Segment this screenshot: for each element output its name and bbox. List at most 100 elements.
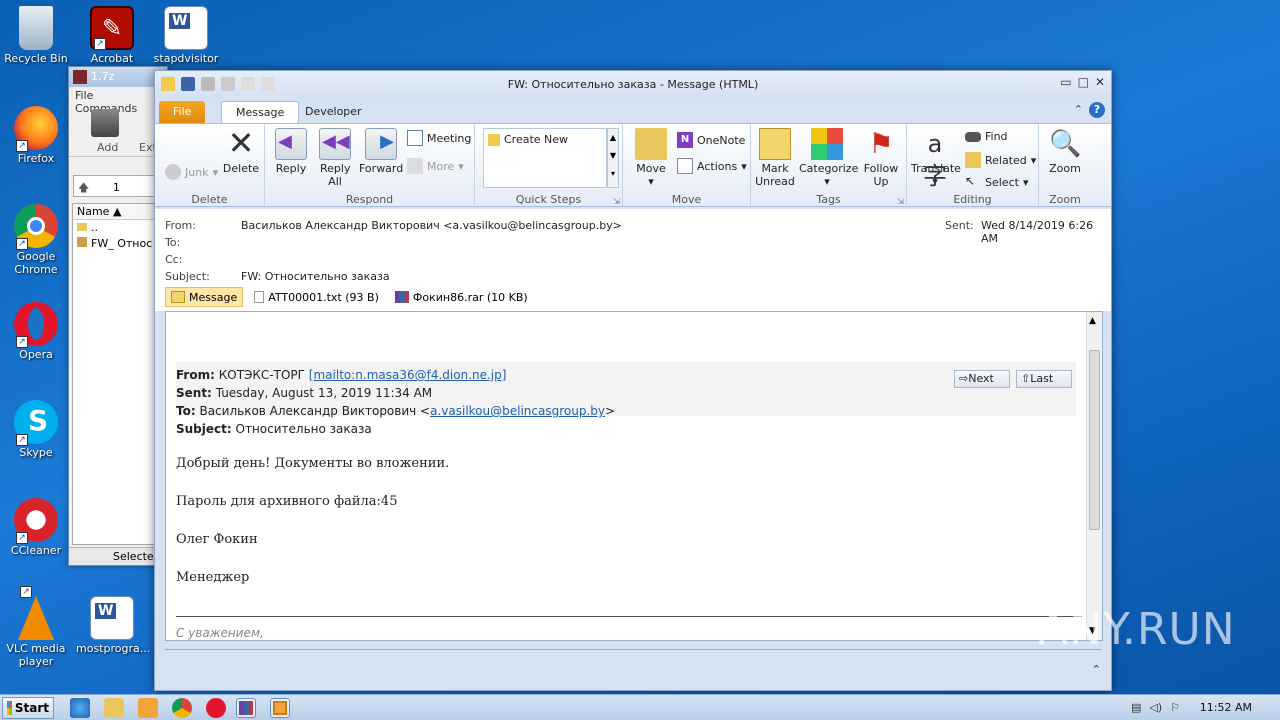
body-scrollbar[interactable]: ▲ ▼ xyxy=(1086,312,1102,640)
desktop-icon-firefox[interactable]: ↗ Firefox xyxy=(0,106,72,165)
message-body[interactable]: From: КОТЭКС-ТОРГ [mailto:n.masa36@f4.di… xyxy=(165,311,1103,641)
desktop-icon-recycle-bin[interactable]: Recycle Bin xyxy=(0,6,72,65)
move-button[interactable]: Move ▾ xyxy=(631,128,671,188)
archive-window[interactable]: 1.7z File Commands Add Ext 🡅 1 Name ▲ ..… xyxy=(68,66,168,566)
categorize-button[interactable]: Categorize ▾ xyxy=(799,128,858,188)
taskbar-clock[interactable]: 11:52 AM xyxy=(1200,701,1252,714)
chrome-icon[interactable] xyxy=(172,698,192,718)
volume-icon[interactable]: ◁) xyxy=(1149,701,1162,714)
scroll-up-icon[interactable]: ▲ xyxy=(1089,316,1096,326)
list-item[interactable]: FW_ Относ xyxy=(73,236,166,252)
tab-message[interactable]: Message xyxy=(221,101,300,123)
outlook-taskbar-icon[interactable] xyxy=(270,698,290,718)
fwd-from-link[interactable]: [mailto:n.masa36@f4.dion.ne.jp] xyxy=(309,368,507,382)
translate-button[interactable]: a字 Translate ▾ xyxy=(911,128,961,190)
find-button[interactable]: Find xyxy=(965,130,1008,143)
zoom-button[interactable]: 🔍 Zoom xyxy=(1045,128,1085,175)
group-label: Zoom xyxy=(1049,193,1081,206)
tab-file[interactable]: File xyxy=(159,101,206,123)
from-value[interactable]: Васильков Александр Викторович <a.vasilk… xyxy=(241,219,622,232)
magnifier-icon: 🔍 xyxy=(1049,129,1082,159)
winrar-taskbar-icon[interactable] xyxy=(236,698,256,718)
meeting-button[interactable]: Meeting xyxy=(407,130,471,146)
reply-button[interactable]: ◀ Reply xyxy=(271,128,311,175)
list-item-label: .. xyxy=(91,221,98,234)
action-center-flag-icon[interactable]: ⚐ xyxy=(1170,701,1180,714)
actions-button[interactable]: Actions ▾ xyxy=(677,158,747,174)
expand-up-icon[interactable]: ⌃ xyxy=(1092,663,1101,676)
explorer-folder-icon[interactable] xyxy=(104,698,124,718)
minimize-icon[interactable]: ▭ xyxy=(1060,75,1071,89)
categorize-icon xyxy=(811,128,843,160)
desktop-icon-vlc[interactable]: ↗ VLC media player xyxy=(0,586,72,668)
network-icon[interactable]: ▤ xyxy=(1131,701,1141,714)
help-icon[interactable]: ? xyxy=(1089,102,1105,118)
dialog-launcher-icon[interactable]: ⇲ xyxy=(897,197,904,206)
archive-menu-file[interactable]: File xyxy=(75,89,93,102)
junk-button[interactable]: Junk ▾ xyxy=(165,164,218,180)
scroll-thumb[interactable] xyxy=(1089,350,1100,530)
desktop-icon-label: Opera xyxy=(19,348,53,361)
archive-list-header[interactable]: Name ▲ xyxy=(73,204,166,220)
archive-file-list[interactable]: Name ▲ .. FW_ Относ xyxy=(72,203,167,545)
last-button[interactable]: ⇧Last xyxy=(1016,370,1072,388)
archive-add-button[interactable]: Add xyxy=(97,141,118,154)
actions-label: Actions xyxy=(697,159,738,173)
forward-icon: ▶ xyxy=(365,128,397,160)
desktop-icon-mostprogra[interactable]: W mostprogra... xyxy=(76,596,151,655)
desktop-icon-stapdvisitor[interactable]: W stapdvisitor xyxy=(150,6,222,65)
actions-icon xyxy=(677,158,693,174)
reply-all-button[interactable]: ◀◀ Reply All xyxy=(315,128,355,188)
desktop-icon-skype[interactable]: S ↗ Skype xyxy=(0,400,72,459)
minimize-ribbon-icon[interactable]: ⌃ xyxy=(1074,103,1083,116)
last-arrow-icon: ⇧ xyxy=(1021,372,1031,385)
dialog-launcher-icon[interactable]: ⇲ xyxy=(613,197,620,206)
attachment-message[interactable]: Message xyxy=(165,287,244,307)
attachment-rar[interactable]: Фокин86.rar (10 KB) xyxy=(390,287,533,307)
media-player-icon[interactable] xyxy=(138,698,158,718)
follow-up-button[interactable]: ⚑ Follow Up xyxy=(859,128,903,189)
outlook-titlebar[interactable]: FW: Относительно заказа - Message (HTML)… xyxy=(155,71,1111,99)
forward-button[interactable]: ▶ Forward xyxy=(359,128,403,175)
ie-icon[interactable] xyxy=(70,698,90,718)
start-button[interactable]: Start xyxy=(2,697,54,719)
close-icon[interactable]: ✕ xyxy=(1095,75,1105,89)
desktop-icon-ccleaner[interactable]: ↗ CCleaner xyxy=(0,498,72,557)
related-button[interactable]: Related ▾ xyxy=(965,152,1036,168)
archive-path-bar[interactable]: 🡅 1 xyxy=(73,175,167,197)
desktop-icon-label: mostprogra... xyxy=(76,642,151,655)
folder-icon xyxy=(77,223,87,231)
opera-icon[interactable] xyxy=(206,698,226,718)
delete-x-icon: ✕ xyxy=(227,124,255,162)
move-label: Move xyxy=(636,162,666,175)
ccleaner-icon: ↗ xyxy=(14,498,58,544)
quick-steps-scroll[interactable]: ▲ ▼ ▾ xyxy=(607,128,619,188)
next-button[interactable]: ⇨Next xyxy=(954,370,1010,388)
up-arrow-icon[interactable]: 🡅 xyxy=(78,181,89,194)
tab-developer[interactable]: Developer xyxy=(291,101,376,123)
group-label: Respond xyxy=(345,193,394,206)
create-new-quick-step[interactable]: Create New xyxy=(488,133,568,146)
fwd-from-label: From: xyxy=(176,368,215,382)
select-button[interactable]: ↖ Select ▾ xyxy=(965,174,1028,190)
onenote-button[interactable]: N OneNote xyxy=(677,132,745,148)
desktop-icon-chrome[interactable]: ↗ Google Chrome xyxy=(0,204,72,276)
maximize-icon[interactable]: □ xyxy=(1078,75,1089,89)
desktop-icon-acrobat[interactable]: ✎ ↗ Acrobat xyxy=(76,6,148,65)
more-button[interactable]: More ▾ xyxy=(407,158,464,174)
fwd-to-link[interactable]: a.vasilkou@belincasgroup.by xyxy=(430,404,605,418)
watermark-logo: ANY.RUN xyxy=(1038,604,1236,655)
envelope-icon xyxy=(171,291,185,303)
quick-steps-gallery[interactable]: Create New xyxy=(483,128,607,188)
outlook-message-window[interactable]: FW: Относительно заказа - Message (HTML)… xyxy=(154,70,1112,691)
envelope-icon xyxy=(759,128,791,160)
desktop-icon-opera[interactable]: ↗ Opera xyxy=(0,302,72,361)
attachment-txt[interactable]: ATT00001.txt (93 B) xyxy=(249,287,384,307)
delete-button[interactable]: ✕ Delete xyxy=(221,124,261,175)
desktop: Recycle Bin ✎ ↗ Acrobat W stapdvisitor ↗ … xyxy=(0,0,1280,694)
mark-unread-button[interactable]: Mark Unread xyxy=(755,128,795,188)
list-item[interactable]: .. xyxy=(73,220,166,236)
body-sender-title: Менеджер xyxy=(176,570,250,585)
archive-window-titlebar[interactable]: 1.7z xyxy=(69,67,167,87)
onenote-icon: N xyxy=(677,132,693,148)
